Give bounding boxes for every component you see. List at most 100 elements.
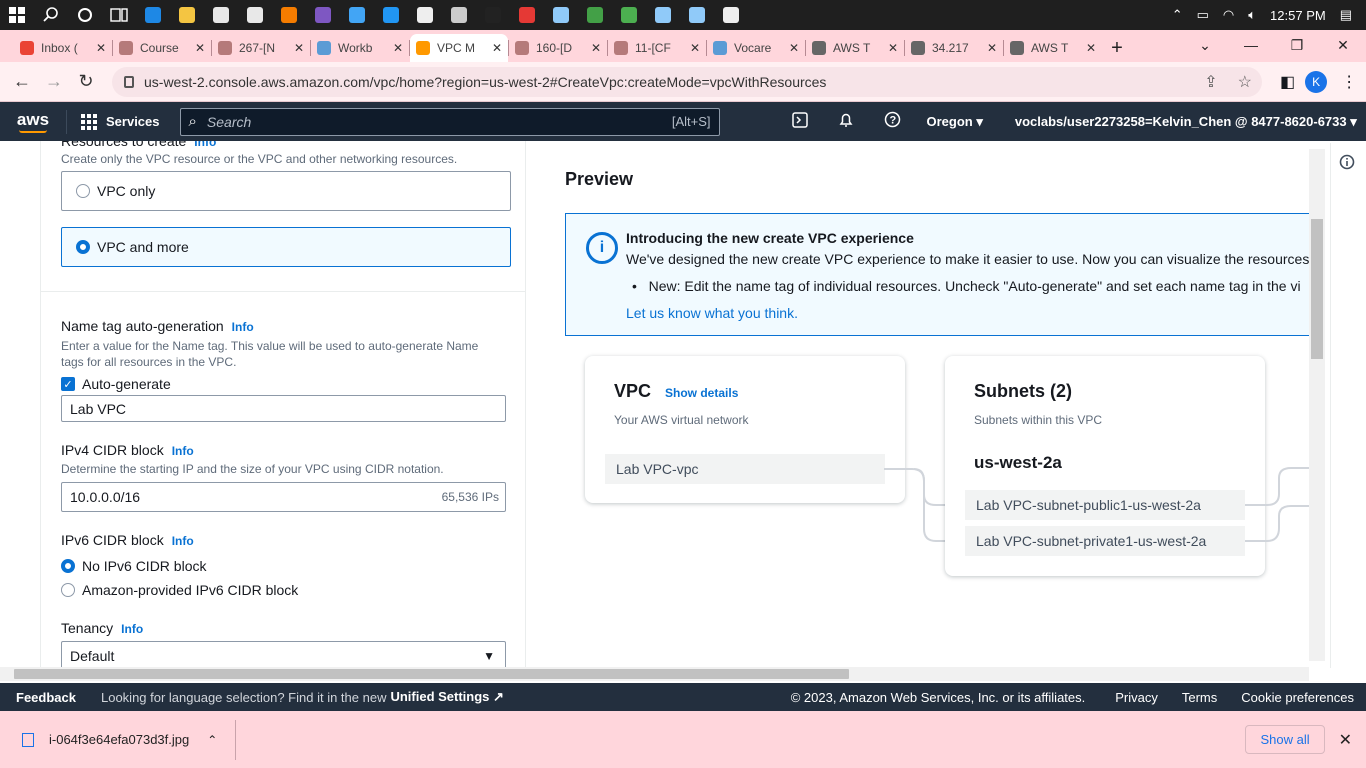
address-bar[interactable]: us-west-2.console.aws.amazon.com/vpc/hom… bbox=[112, 66, 1262, 97]
radio-button-selected[interactable] bbox=[76, 240, 90, 254]
info-link[interactable]: Info bbox=[121, 622, 143, 636]
scrollbar-thumb[interactable] bbox=[14, 669, 849, 679]
mail-icon[interactable] bbox=[244, 6, 266, 24]
close-tab-icon[interactable]: ✕ bbox=[1086, 41, 1096, 55]
profile-avatar[interactable]: K bbox=[1305, 70, 1328, 93]
tenancy-select[interactable]: Default ▼ bbox=[61, 641, 506, 667]
close-tab-icon[interactable]: ✕ bbox=[888, 41, 898, 55]
restore-icon[interactable]: ❐ bbox=[1274, 37, 1320, 54]
info-circle-icon[interactable] bbox=[1339, 154, 1355, 170]
download-filename[interactable]: i-064f3e64efa073d3f.jpg bbox=[49, 732, 189, 747]
volume-icon[interactable]: 🔈︎ bbox=[1248, 7, 1256, 23]
browser-tab[interactable]: 34.217 ✕ bbox=[905, 34, 1003, 62]
lock-icon[interactable] bbox=[124, 75, 134, 88]
aws-logo[interactable]: aws bbox=[0, 110, 66, 133]
feedback-link[interactable]: Let us know what you think. bbox=[626, 305, 798, 321]
side-panel-icon[interactable]: ◧ bbox=[1280, 72, 1295, 92]
close-icon[interactable]: ✕ bbox=[1339, 730, 1352, 750]
forward-icon[interactable]: → bbox=[38, 71, 70, 92]
reload-icon[interactable]: ↻ bbox=[70, 71, 102, 92]
cortana-icon[interactable] bbox=[74, 6, 96, 24]
bookmark-star-icon[interactable]: ☆ bbox=[1238, 72, 1252, 92]
store-icon[interactable] bbox=[210, 6, 232, 24]
chevron-up-icon[interactable]: ⌃ bbox=[1172, 7, 1183, 23]
browser-tab[interactable]: AWS T ✕ bbox=[806, 34, 904, 62]
nametag-input[interactable]: Lab VPC bbox=[61, 395, 506, 422]
account-menu[interactable]: voclabs/user2273258=Kelvin_Chen @ 8477-8… bbox=[1015, 114, 1357, 130]
browser-tab[interactable]: 11-[CF ✕ bbox=[608, 34, 706, 62]
terms-link[interactable]: Terms bbox=[1182, 690, 1217, 705]
close-tab-icon[interactable]: ✕ bbox=[690, 41, 700, 55]
chrome-icon[interactable] bbox=[516, 6, 538, 24]
help-icon[interactable]: ? bbox=[884, 111, 901, 132]
git-icon[interactable] bbox=[414, 6, 436, 24]
close-tab-icon[interactable]: ✕ bbox=[393, 41, 403, 55]
cloudshell-icon[interactable] bbox=[791, 111, 808, 132]
vpc-only-option[interactable]: VPC only bbox=[61, 171, 511, 211]
region-selector[interactable]: Oregon ▾ bbox=[927, 114, 983, 130]
back-icon[interactable]: ← bbox=[6, 71, 38, 92]
info-link[interactable]: Info bbox=[172, 534, 194, 548]
pycharm-icon[interactable] bbox=[482, 6, 504, 24]
scrollbar-thumb[interactable] bbox=[1311, 219, 1323, 359]
browser-tab[interactable]: AWS T ✕ bbox=[1004, 34, 1102, 62]
new-tab-button[interactable]: + bbox=[1102, 34, 1132, 62]
close-tab-icon[interactable]: ✕ bbox=[789, 41, 799, 55]
unified-settings-link[interactable]: Unified Settings ↗ bbox=[390, 689, 503, 705]
close-window-icon[interactable]: ✕ bbox=[1320, 37, 1366, 54]
notepad-icon[interactable] bbox=[550, 6, 572, 24]
app-icon[interactable] bbox=[312, 6, 334, 24]
close-tab-icon[interactable]: ✕ bbox=[492, 41, 502, 55]
vscode-icon[interactable] bbox=[380, 6, 402, 24]
edge-icon[interactable] bbox=[142, 6, 164, 24]
radio-button[interactable] bbox=[76, 184, 90, 198]
file-explorer-icon[interactable] bbox=[176, 6, 198, 24]
close-tab-icon[interactable]: ✕ bbox=[987, 41, 997, 55]
vertical-scrollbar[interactable] bbox=[1309, 149, 1325, 661]
wifi-icon[interactable]: ◠ bbox=[1223, 7, 1234, 23]
app-icon[interactable] bbox=[448, 6, 470, 24]
auto-generate-checkbox[interactable]: ✓ Auto-generate bbox=[61, 376, 171, 392]
show-all-button[interactable]: Show all bbox=[1245, 725, 1325, 754]
checkbox-checked[interactable]: ✓ bbox=[61, 377, 75, 391]
services-menu[interactable]: Services bbox=[66, 109, 174, 134]
horizontal-scrollbar[interactable] bbox=[0, 667, 1309, 681]
ipv4-cidr-input[interactable]: 10.0.0.0/16 65,536 IPs bbox=[61, 482, 506, 512]
info-link[interactable]: Info bbox=[232, 320, 254, 334]
search-input[interactable]: ⌕ Search [Alt+S] bbox=[179, 107, 720, 136]
url-text[interactable]: us-west-2.console.aws.amazon.com/vpc/hom… bbox=[144, 74, 1194, 90]
amazon-ipv6-option[interactable]: Amazon-provided IPv6 CIDR block bbox=[61, 582, 298, 598]
tab-search-icon[interactable]: ⌄ bbox=[1182, 37, 1228, 54]
radio-button[interactable] bbox=[61, 583, 75, 597]
task-view-icon[interactable] bbox=[108, 6, 130, 24]
browser-tab[interactable]: Inbox (✕ bbox=[14, 34, 112, 62]
browser-tab[interactable]: 267-[N ✕ bbox=[212, 34, 310, 62]
share-icon[interactable]: ⇪ bbox=[1204, 72, 1217, 92]
radio-button-selected[interactable] bbox=[61, 559, 75, 573]
browser-tab[interactable]: Workb ✕ bbox=[311, 34, 409, 62]
close-tab-icon[interactable]: ✕ bbox=[195, 41, 205, 55]
notifications-icon[interactable]: ▤ bbox=[1340, 7, 1352, 23]
browser-tab[interactable]: Vocare ✕ bbox=[707, 34, 805, 62]
cookie-preferences-link[interactable]: Cookie preferences bbox=[1241, 690, 1354, 705]
privacy-link[interactable]: Privacy bbox=[1115, 690, 1158, 705]
browser-tab[interactable]: VPC M ✕ bbox=[410, 34, 508, 62]
settings-icon[interactable] bbox=[720, 6, 742, 24]
search-icon[interactable] bbox=[40, 6, 62, 24]
chrome-icon[interactable] bbox=[584, 6, 606, 24]
vpc-name-pill[interactable]: Lab VPC-vpc bbox=[605, 454, 885, 484]
wechat-icon[interactable] bbox=[618, 6, 640, 24]
browser-tab[interactable]: 160-[D ✕ bbox=[509, 34, 607, 62]
windows-start-icon[interactable] bbox=[6, 6, 28, 24]
subnet-private-pill[interactable]: Lab VPC-subnet-private1-us-west-2a bbox=[965, 526, 1245, 556]
virtualbox-icon[interactable] bbox=[652, 6, 674, 24]
info-link[interactable]: Info bbox=[194, 141, 216, 149]
close-tab-icon[interactable]: ✕ bbox=[591, 41, 601, 55]
chevron-up-icon[interactable]: ⌃ bbox=[207, 733, 217, 747]
feedback-button[interactable]: Feedback bbox=[16, 690, 76, 705]
battery-icon[interactable]: ▭ bbox=[1197, 7, 1209, 23]
clock[interactable]: 12:57 PM bbox=[1270, 8, 1326, 23]
subnet-public-pill[interactable]: Lab VPC-subnet-public1-us-west-2a bbox=[965, 490, 1245, 520]
no-ipv6-option[interactable]: No IPv6 CIDR block bbox=[61, 558, 206, 574]
minimize-icon[interactable]: — bbox=[1228, 37, 1274, 53]
